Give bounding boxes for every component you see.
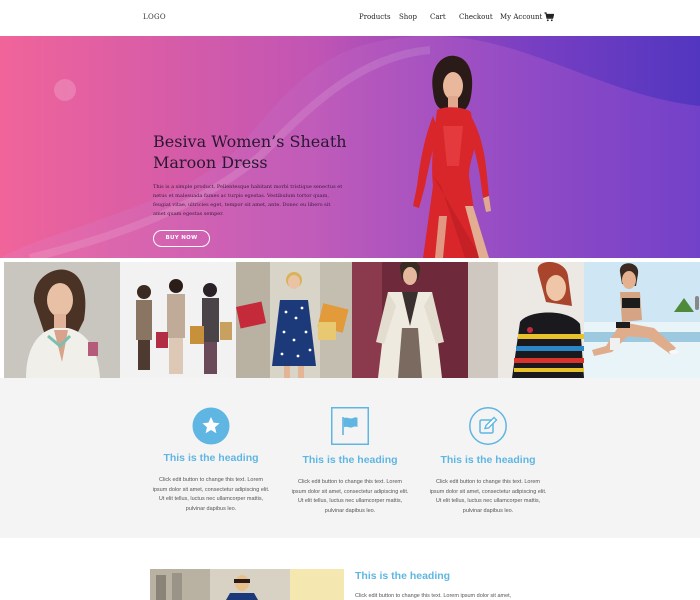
nav-link-cart[interactable]: Cart [430, 13, 446, 21]
shopping-cart-icon[interactable] [544, 12, 554, 22]
trench-coat-photo[interactable] [352, 262, 468, 378]
model-red-dress-image [413, 55, 491, 258]
edit-icon [469, 407, 507, 445]
decorative-circle [54, 79, 76, 101]
feature-heading-1: This is the heading [163, 452, 259, 464]
feature-text-2: Click edit button to change this text. L… [291, 479, 409, 514]
feature-heading-3: This is the heading [440, 454, 536, 466]
stripe-top-photo[interactable] [468, 262, 584, 378]
content-section [0, 538, 700, 600]
site-logo[interactable]: LOGO [143, 13, 166, 21]
star-icon [192, 407, 230, 445]
buy-now-button[interactable]: BUY NOW [153, 230, 210, 247]
feature-text-3: Click edit button to change this text. L… [429, 479, 547, 514]
features-section: This is the heading Click edit button to… [0, 378, 700, 538]
hero-banner: Besiva Women’s Sheath Maroon Dress This … [0, 36, 700, 258]
gallery-scrollbar-handle[interactable] [695, 296, 699, 310]
section-text: Click edit button to change this text. L… [355, 593, 512, 599]
flag-icon [331, 407, 369, 445]
product-photo-gallery [4, 262, 700, 378]
nav-link-checkout[interactable]: Checkout [459, 13, 493, 21]
nav-link-shop[interactable]: Shop [399, 13, 417, 21]
nav-link-my-account[interactable]: My Account [500, 13, 542, 21]
hero-description: This is a simple product. Pellentesque h… [153, 184, 343, 217]
beach-sitting-photo[interactable] [584, 262, 700, 378]
shopping-friends-photo[interactable] [120, 262, 236, 378]
hero-title: Besiva Women’s Sheath Maroon Dress [153, 132, 347, 172]
feature-heading-2: This is the heading [302, 454, 398, 466]
top-navigation-bar: LOGO Products Shop Cart Checkout My Acco… [0, 0, 700, 36]
woman-blazer-photo[interactable] [4, 262, 120, 378]
street-shopping-photo [150, 569, 344, 600]
nav-link-products[interactable]: Products [359, 13, 391, 21]
polka-dress-photo[interactable] [236, 262, 352, 378]
section-heading: This is the heading [355, 570, 451, 582]
feature-text-1: Click edit button to change this text. L… [152, 477, 270, 512]
